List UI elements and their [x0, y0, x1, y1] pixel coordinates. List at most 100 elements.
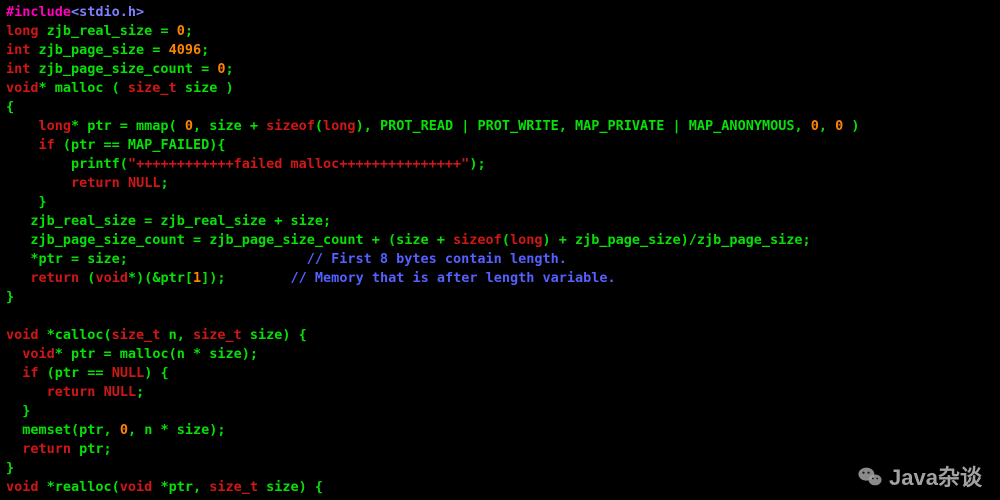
kw: void	[95, 270, 128, 286]
indent	[6, 137, 39, 153]
indent	[6, 403, 22, 419]
kw: size_t	[112, 327, 161, 343]
kw: if	[22, 365, 38, 381]
kw: void	[6, 80, 39, 96]
id: , size +	[193, 118, 266, 134]
id: *ptr,	[152, 479, 209, 495]
brace: {	[6, 99, 14, 115]
kw: int	[6, 42, 30, 58]
id: *realloc(	[39, 479, 120, 495]
comment: // Memory that is after length variable.	[291, 270, 616, 286]
lit: 0	[185, 118, 193, 134]
kw: void	[6, 327, 39, 343]
kw: NULL	[112, 365, 145, 381]
kw: return	[30, 270, 79, 286]
kw: long	[323, 118, 356, 134]
stmt: * ptr = malloc(n * size);	[55, 346, 258, 362]
p: (	[79, 270, 95, 286]
p: ;	[201, 42, 209, 58]
wechat-icon	[857, 464, 883, 490]
kw: size_t	[193, 327, 242, 343]
indent	[6, 441, 22, 457]
brace: }	[6, 460, 14, 476]
indent	[6, 270, 30, 286]
kw: if	[39, 137, 55, 153]
p: )	[843, 118, 859, 134]
p: ]);	[201, 270, 225, 286]
kw: void	[6, 479, 39, 495]
kw: long	[6, 23, 39, 39]
id: n,	[160, 327, 193, 343]
id: size) {	[258, 479, 323, 495]
include-header: <stdio.h>	[71, 4, 144, 20]
watermark-text: Java杂谈	[889, 468, 982, 487]
p: , n * size);	[128, 422, 226, 438]
p: ;	[136, 384, 144, 400]
lit: 0	[811, 118, 819, 134]
brace: }	[22, 403, 30, 419]
sp	[120, 175, 128, 191]
kw: return	[22, 441, 71, 457]
kw: int	[6, 61, 30, 77]
id: zjb_page_size_count =	[30, 61, 217, 77]
kw: return	[71, 175, 120, 191]
kw: void	[120, 479, 153, 495]
id: zjb_page_size_count = zjb_page_size_coun…	[30, 232, 453, 248]
indent	[6, 251, 30, 267]
indent	[6, 365, 22, 381]
lit: 0	[177, 23, 185, 39]
stmt: *ptr = size;	[30, 251, 128, 267]
id: memset(ptr,	[22, 422, 120, 438]
indent	[6, 384, 47, 400]
kw: sizeof	[453, 232, 502, 248]
id: zjb_page_size =	[30, 42, 168, 58]
indent	[6, 232, 30, 248]
id: size) {	[242, 327, 307, 343]
id: size )	[177, 80, 234, 96]
indent	[6, 213, 30, 229]
indent	[6, 422, 22, 438]
kw: size_t	[209, 479, 258, 495]
kw: long	[39, 118, 72, 134]
p: );	[469, 156, 485, 172]
kw: size_t	[128, 80, 177, 96]
preproc: #include	[6, 4, 71, 20]
sp	[128, 251, 307, 267]
id: ), PROT_READ | PROT_WRITE, MAP_PRIVATE |…	[356, 118, 811, 134]
indent	[6, 118, 39, 134]
watermark: Java杂谈	[857, 464, 982, 490]
code-block: #include<stdio.h> long zjb_real_size = 0…	[0, 0, 1000, 500]
p: ,	[819, 118, 835, 134]
id: ptr;	[71, 441, 112, 457]
id: * malloc (	[39, 80, 128, 96]
stmt: zjb_real_size = zjb_real_size + size;	[30, 213, 331, 229]
kw: sizeof	[266, 118, 315, 134]
id: * ptr = mmap(	[71, 118, 185, 134]
brace: }	[39, 194, 47, 210]
kw: NULL	[104, 384, 137, 400]
kw: void	[22, 346, 55, 362]
id: ) + zjb_page_size)/zjb_page_size;	[542, 232, 810, 248]
p: ;	[225, 61, 233, 77]
brace: }	[6, 289, 14, 305]
id: (ptr == MAP_FAILED){	[55, 137, 226, 153]
kw: return	[47, 384, 96, 400]
id: zjb_real_size =	[39, 23, 177, 39]
p: ;	[185, 23, 193, 39]
indent	[6, 346, 22, 362]
sp	[95, 384, 103, 400]
lit: 4096	[169, 42, 202, 58]
indent	[6, 156, 71, 172]
id: printf(	[71, 156, 128, 172]
p: (	[502, 232, 510, 248]
indent	[6, 175, 71, 191]
id: (ptr ==	[39, 365, 112, 381]
p: ;	[160, 175, 168, 191]
string: "++++++++++++failed malloc++++++++++++++…	[128, 156, 469, 172]
p: (	[315, 118, 323, 134]
kw: NULL	[128, 175, 161, 191]
indent	[6, 194, 39, 210]
lit: 1	[193, 270, 201, 286]
id: *calloc(	[39, 327, 112, 343]
id: *)(&ptr[	[128, 270, 193, 286]
